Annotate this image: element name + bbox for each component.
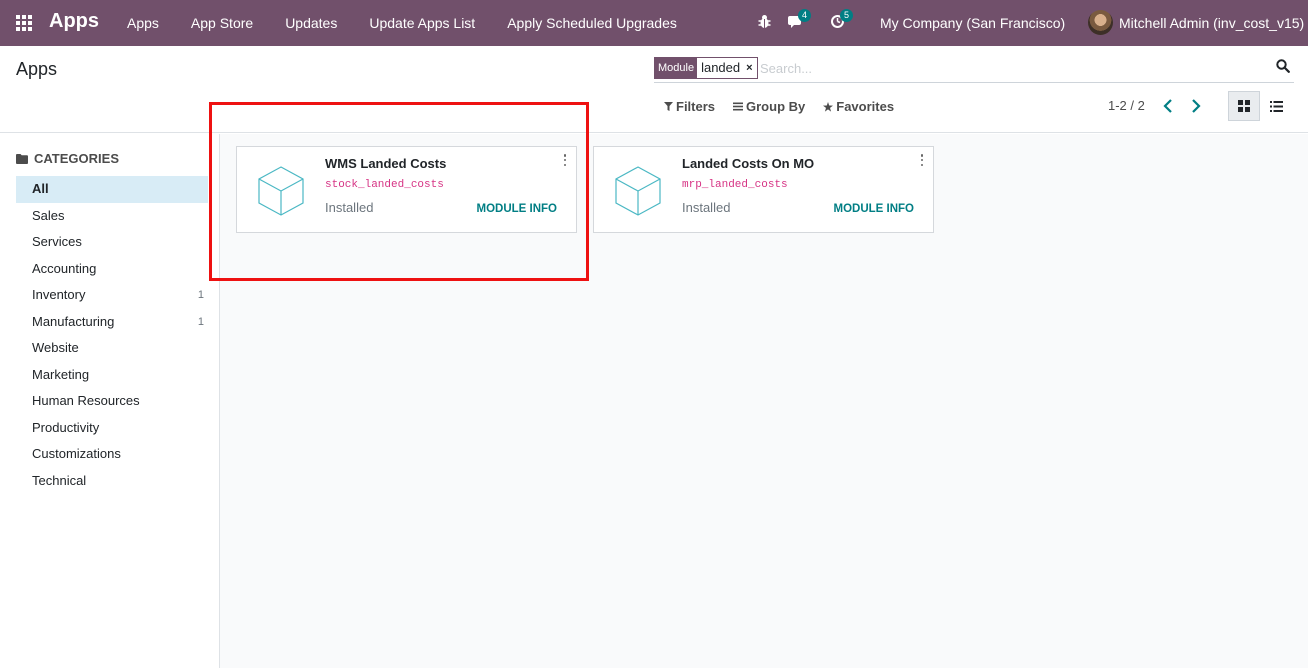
pager-value[interactable]: 1-2 / 2 (1108, 98, 1145, 113)
app-status: Installed (325, 200, 374, 215)
app-technical-name: mrp_landed_costs (682, 179, 788, 191)
activities-badge: 5 (840, 9, 854, 22)
menu-item-update-apps-list[interactable]: Update Apps List (353, 0, 491, 46)
menu-item-app-store[interactable]: App Store (175, 0, 269, 46)
category-item-human-resources[interactable]: Human Resources (16, 388, 208, 415)
category-item-inventory[interactable]: Inventory 1 (16, 282, 208, 309)
search-options: Filters Group By Favorites (664, 99, 912, 114)
category-label: Website (32, 340, 79, 355)
main-menu: Apps App Store Updates Update Apps List … (111, 0, 693, 46)
card-menu-icon[interactable] (562, 153, 568, 167)
app-title: Landed Costs On MO (682, 156, 815, 171)
pager-previous-icon[interactable] (1163, 98, 1177, 114)
module-cube-icon (612, 163, 664, 219)
category-label: Inventory (32, 287, 86, 302)
folder-icon (16, 153, 28, 164)
category-list: All Sales Services Accounting Inventory 1… (16, 176, 208, 494)
chat-icon[interactable]: 4 (788, 9, 812, 32)
categories-header: CATEGORIES (16, 151, 119, 166)
page-title: Apps (16, 59, 58, 79)
menu-item-updates[interactable]: Updates (269, 0, 353, 46)
top-navbar: Apps Apps App Store Updates Update Apps … (0, 0, 1308, 46)
category-item-manufacturing[interactable]: Manufacturing 1 (16, 309, 208, 336)
search-facet: Module landed × (654, 57, 758, 79)
facet-remove-icon[interactable]: × (744, 58, 756, 78)
category-item-sales[interactable]: Sales (16, 203, 208, 230)
facet-value: landed (701, 60, 741, 75)
category-label: Sales (32, 207, 65, 223)
card-menu-icon[interactable] (919, 153, 925, 167)
app-card-landed-costs-on-mo[interactable]: Landed Costs On MO mrp_landed_costs Inst… (593, 146, 934, 233)
group-by-button[interactable]: Group By (733, 99, 805, 114)
app-card-wms-landed-costs[interactable]: WMS Landed Costs stock_landed_costs Inst… (236, 146, 577, 233)
company-switcher[interactable]: My Company (San Francisco) (880, 15, 1065, 31)
module-info-button[interactable]: MODULE INFO (477, 203, 558, 215)
user-name: Mitchell Admin (inv_cost_v15) (1119, 14, 1305, 31)
category-label: Customizations (32, 446, 121, 461)
apps-grid-icon[interactable] (16, 15, 33, 31)
app-technical-name: stock_landed_costs (325, 179, 444, 191)
categories-header-label: CATEGORIES (34, 151, 119, 166)
module-cube-icon (255, 163, 307, 219)
search-icon[interactable] (1276, 59, 1292, 75)
filter-icon (664, 102, 673, 111)
group-by-label: Group By (746, 99, 806, 114)
search-input[interactable] (760, 59, 1260, 77)
category-label: Technical (32, 472, 87, 488)
facet-label: Module (655, 58, 698, 78)
category-item-productivity[interactable]: Productivity (16, 415, 208, 442)
module-info-button[interactable]: MODULE INFO (834, 203, 915, 215)
category-label: Services (32, 234, 82, 249)
brand-title[interactable]: Apps (49, 10, 99, 33)
category-count: 1 (197, 289, 204, 301)
app-status: Installed (682, 200, 731, 215)
messages-badge: 4 (798, 9, 812, 22)
favorites-button[interactable]: Favorites (823, 99, 894, 114)
category-count: 1 (197, 315, 204, 328)
category-item-marketing[interactable]: Marketing (16, 362, 208, 389)
category-item-all[interactable]: All (16, 176, 208, 203)
category-label: Productivity (32, 419, 100, 435)
category-label: Accounting (32, 260, 97, 276)
category-item-services[interactable]: Services (16, 229, 208, 256)
clock-icon[interactable]: 5 (830, 9, 854, 32)
category-label: Manufacturing (32, 313, 115, 329)
bug-icon[interactable] (758, 14, 771, 32)
categories-sidebar: CATEGORIES All Sales Services Accounting… (0, 134, 220, 668)
view-switcher (1228, 91, 1292, 121)
category-item-technical[interactable]: Technical (16, 468, 208, 495)
kanban-view: WMS Landed Costs stock_landed_costs Inst… (220, 134, 1308, 668)
category-item-accounting[interactable]: Accounting (16, 256, 208, 283)
category-item-website[interactable]: Website (16, 335, 208, 362)
category-label: Human Resources (32, 393, 140, 408)
category-label: Marketing (32, 366, 90, 382)
user-menu[interactable]: Mitchell Admin (inv_cost_v15) (1088, 10, 1304, 35)
filters-label: Filters (676, 99, 716, 114)
favorites-label: Favorites (836, 99, 895, 114)
avatar (1088, 10, 1113, 35)
menu-item-apps[interactable]: Apps (111, 0, 175, 46)
control-panel: Apps Module landed × Filters Group By Fa… (0, 46, 1308, 133)
filters-button[interactable]: Filters (664, 99, 715, 114)
star-icon (823, 101, 834, 112)
list-view-icon[interactable] (1260, 91, 1292, 121)
menu-item-apply-scheduled-upgrades[interactable]: Apply Scheduled Upgrades (491, 0, 693, 46)
search-bar: Module landed × (654, 56, 1294, 83)
category-item-customizations[interactable]: Customizations (16, 441, 208, 468)
pager-next-icon[interactable] (1191, 98, 1205, 114)
app-title: WMS Landed Costs (325, 156, 447, 171)
kanban-view-icon[interactable] (1228, 91, 1260, 121)
bars-icon (733, 102, 744, 111)
category-label: All (32, 181, 49, 196)
